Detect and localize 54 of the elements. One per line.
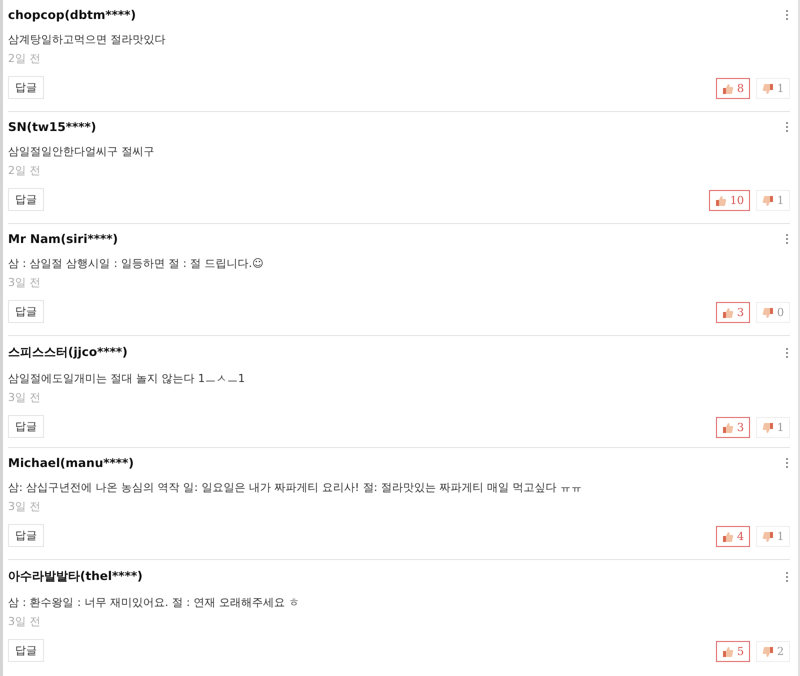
comment-text: 삼 : 삼일절 삼행시일 : 일등하면 절 : 절 드립니다.☺	[8, 256, 265, 271]
thumbs-down-icon	[762, 422, 774, 434]
reply-button[interactable]: 답글	[8, 188, 44, 211]
author-name: 스피스스터(jjco****)	[8, 344, 128, 361]
comment-time: 3일 전	[8, 499, 42, 514]
comment-time: 3일 전	[8, 390, 42, 405]
dislike-button[interactable]: 1	[756, 190, 790, 211]
more-options-icon[interactable]	[784, 457, 790, 469]
comment-text: 삼 : 환수왕일 : 너무 재미있어요. 절 : 연재 오래해주세요 ㅎ	[8, 595, 301, 610]
more-options-icon[interactable]	[784, 346, 790, 358]
thumbs-up-icon	[722, 646, 734, 658]
thumbs-down-icon	[762, 194, 774, 206]
author-name: Mr Nam(siri****)	[8, 231, 118, 248]
thumbs-down-icon	[762, 646, 774, 658]
reply-button[interactable]: 답글	[8, 524, 44, 547]
author-name: chopcop(dbtm****)	[8, 7, 136, 24]
dislike-button[interactable]: 1	[756, 417, 790, 438]
dislike-button[interactable]: 1	[756, 526, 790, 547]
thumbs-up-icon	[722, 422, 734, 434]
thumbs-up-icon	[722, 306, 734, 318]
more-options-icon[interactable]	[784, 233, 790, 245]
more-options-icon[interactable]	[784, 9, 790, 21]
reply-button[interactable]: 답글	[8, 300, 44, 323]
comment-time: 2일 전	[8, 51, 42, 66]
more-options-icon[interactable]	[784, 121, 790, 133]
dislike-button[interactable]: 1	[756, 78, 790, 99]
like-button[interactable]: 5	[716, 641, 750, 662]
thumbs-up-icon	[722, 82, 734, 94]
like-button[interactable]: 8	[716, 78, 750, 99]
comment-text: 삼: 삼십구년전에 나온 농심의 역작 일: 일요일은 내가 짜파게티 요리사! 절: 절라맛있는 짜파게티 매일 먹고싶다 ㅠㅠ	[8, 480, 583, 495]
author-name: Michael(manu****)	[8, 455, 134, 472]
thumbs-down-icon	[762, 530, 774, 542]
author-name: SN(tw15****)	[8, 119, 96, 136]
dislike-button[interactable]: 0	[756, 302, 790, 323]
dislike-button[interactable]: 2	[756, 641, 790, 662]
thumbs-down-icon	[762, 82, 774, 94]
more-options-icon[interactable]	[784, 570, 790, 582]
comment-text: 삼계탕일하고먹으면 절라맛있다	[8, 32, 166, 47]
thumbs-up-icon	[715, 194, 727, 206]
reply-button[interactable]: 답글	[8, 76, 44, 99]
author-name: 아수라발발타(thel****)	[8, 568, 143, 585]
like-button[interactable]: 4	[716, 526, 750, 547]
comment-text: 삼일절에도일개미는 절대 놀지 않는다 1ㅡㅅㅡ1	[8, 371, 246, 386]
like-button[interactable]: 3	[716, 417, 750, 438]
like-button[interactable]: 10	[709, 190, 750, 211]
like-button[interactable]: 3	[716, 302, 750, 323]
reply-button[interactable]: 답글	[8, 415, 44, 438]
thumbs-down-icon	[762, 306, 774, 318]
reply-button[interactable]: 답글	[8, 639, 44, 662]
thumbs-up-icon	[722, 530, 734, 542]
comment-time: 3일 전	[8, 275, 42, 290]
comment-time: 3일 전	[8, 614, 42, 629]
comment-time: 2일 전	[8, 163, 42, 178]
comment-text: 삼일절일안한다얼씨구 절씨구	[8, 144, 156, 159]
